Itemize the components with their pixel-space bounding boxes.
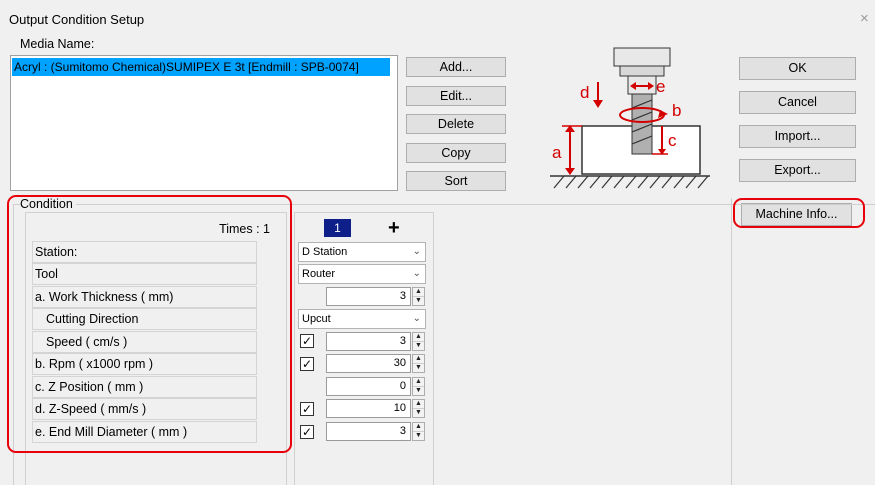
- highlight-condition-box: [7, 195, 292, 453]
- work-thickness-input[interactable]: 3: [326, 287, 411, 306]
- cutting-direction-select-value: Upcut: [302, 313, 331, 325]
- tool-select[interactable]: Router ⌄: [298, 264, 426, 284]
- work-thickness-spinner[interactable]: ▲ ▼: [412, 287, 425, 306]
- ok-button[interactable]: OK: [739, 57, 856, 80]
- delete-button[interactable]: Delete: [406, 114, 506, 134]
- z-speed-checkbox[interactable]: ✓: [300, 402, 314, 416]
- label-b: b: [672, 101, 681, 120]
- close-icon[interactable]: ×: [860, 10, 869, 27]
- export-button[interactable]: Export...: [739, 159, 856, 182]
- cutting-direction-select[interactable]: Upcut ⌄: [298, 309, 426, 329]
- z-speed-spinner[interactable]: ▲ ▼: [412, 399, 425, 418]
- highlight-machine-info-box: [733, 198, 865, 228]
- add-button[interactable]: Add...: [406, 57, 506, 77]
- edit-button[interactable]: Edit...: [406, 86, 506, 106]
- separator: [731, 198, 732, 485]
- speed-input[interactable]: 3: [326, 332, 411, 351]
- media-name-label: Media Name:: [20, 37, 95, 51]
- window-title: Output Condition Setup: [9, 12, 145, 27]
- copy-button[interactable]: Copy: [406, 143, 506, 163]
- column-number-tab[interactable]: 1: [324, 219, 351, 237]
- z-position-spinner[interactable]: ▲ ▼: [412, 377, 425, 396]
- media-list[interactable]: Acryl : (Sumitomo Chemical)SUMIPEX E 3t …: [10, 55, 398, 191]
- end-mill-diameter-input[interactable]: 3: [326, 422, 411, 441]
- rpm-checkbox[interactable]: ✓: [300, 357, 314, 371]
- end-mill-diameter-checkbox[interactable]: ✓: [300, 425, 314, 439]
- rpm-input[interactable]: 30: [326, 354, 411, 373]
- chevron-down-icon: ⌄: [412, 313, 421, 324]
- sort-button[interactable]: Sort: [406, 171, 506, 191]
- station-select[interactable]: D Station ⌄: [298, 242, 426, 262]
- chevron-down-icon: ⌄: [412, 268, 421, 279]
- z-position-input[interactable]: 0: [326, 377, 411, 396]
- label-a: a: [552, 143, 562, 162]
- tool-select-value: Router: [302, 268, 336, 280]
- speed-spinner[interactable]: ▲ ▼: [412, 332, 425, 351]
- endmill-illustration: d e b c a: [550, 47, 710, 189]
- z-speed-input[interactable]: 10: [326, 399, 411, 418]
- cancel-button[interactable]: Cancel: [739, 91, 856, 114]
- station-select-value: D Station: [302, 246, 348, 258]
- media-list-item[interactable]: Acryl : (Sumitomo Chemical)SUMIPEX E 3t …: [12, 58, 390, 76]
- label-e: e: [656, 77, 665, 96]
- chevron-down-icon: ⌄: [412, 246, 421, 257]
- label-d: d: [580, 83, 589, 102]
- add-column-icon[interactable]: +: [388, 218, 400, 238]
- label-c: c: [668, 131, 677, 150]
- import-button[interactable]: Import...: [739, 125, 856, 148]
- rpm-spinner[interactable]: ▲ ▼: [412, 354, 425, 373]
- speed-checkbox[interactable]: ✓: [300, 334, 314, 348]
- end-mill-diameter-spinner[interactable]: ▲ ▼: [412, 422, 425, 441]
